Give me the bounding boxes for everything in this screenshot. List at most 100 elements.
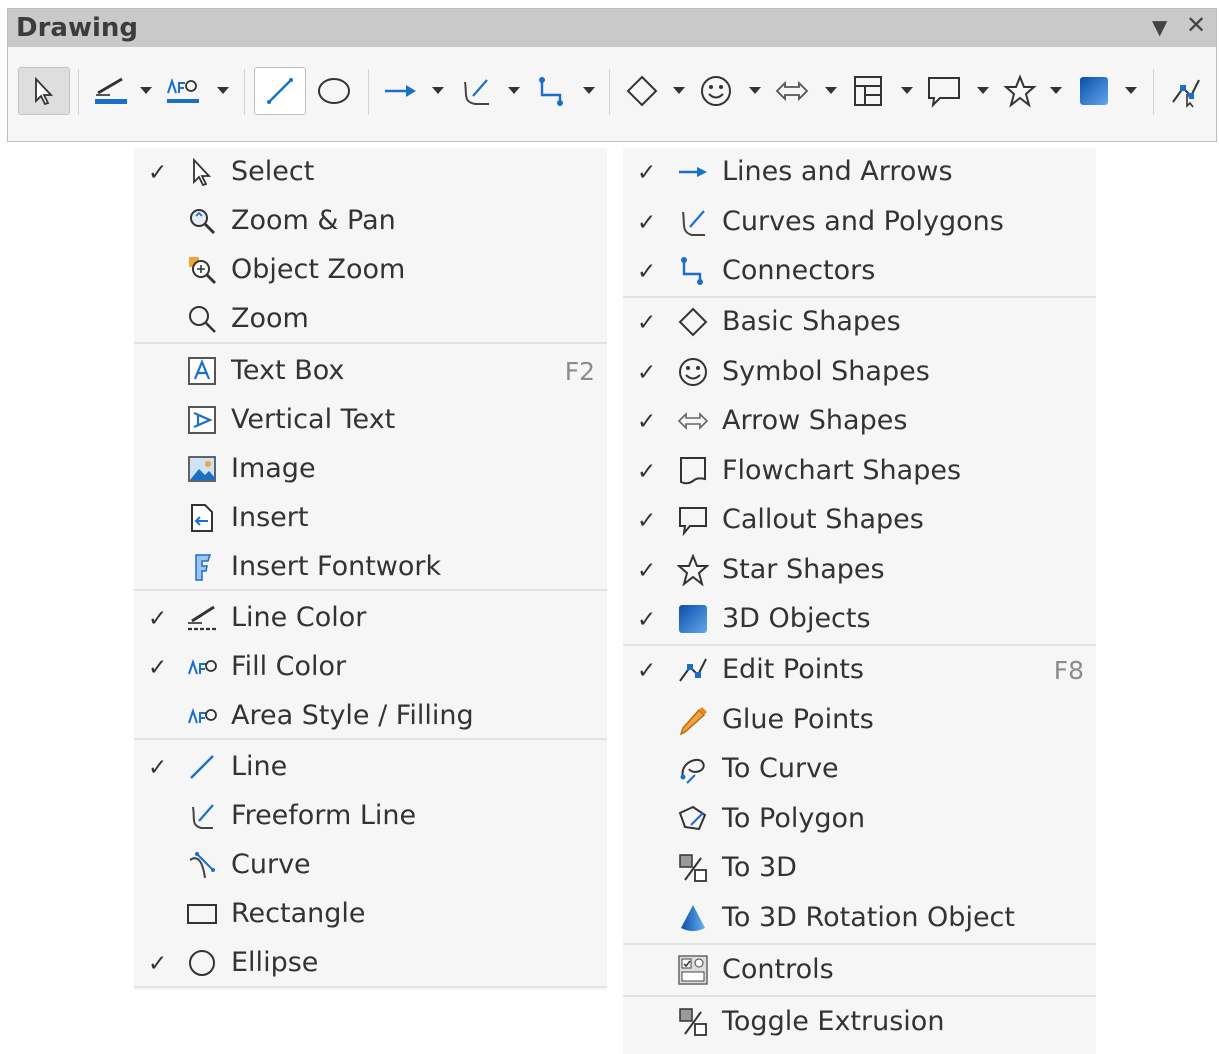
- menu-item-curve[interactable]: Curve: [134, 841, 607, 890]
- menu-item-flowchart-shapes[interactable]: ✓ Flowchart Shapes: [623, 447, 1096, 496]
- line-color-button[interactable]: [88, 67, 132, 115]
- menu-item-label: Controls: [722, 954, 834, 985]
- edit-points-icon: [677, 654, 709, 686]
- checkmark-icon: ✓: [637, 360, 657, 386]
- connectors-button[interactable]: [530, 67, 574, 115]
- menu-item-shortcut: F8: [1053, 656, 1084, 685]
- controls-icon: [677, 954, 709, 986]
- star-dropdown-icon[interactable]: [1050, 87, 1062, 94]
- menu-item-zoom[interactable]: Zoom: [134, 295, 607, 344]
- menu-item-connectors[interactable]: ✓ Connectors: [623, 247, 1096, 296]
- menu-item-line[interactable]: ✓ Line: [134, 743, 607, 792]
- menu-item-to-polygon[interactable]: To Polygon: [623, 795, 1096, 844]
- flowchart-shapes-button[interactable]: [846, 67, 890, 115]
- menu-item-area-style-filling[interactable]: Area Style / Filling: [134, 692, 607, 741]
- lines-and-arrows-dropdown-icon[interactable]: [432, 87, 444, 94]
- symbol-shapes-button[interactable]: [694, 67, 738, 115]
- fill-color-dropdown-icon[interactable]: [217, 87, 229, 94]
- select-button[interactable]: [18, 67, 70, 115]
- menu-item-callout-shapes[interactable]: ✓ Callout Shapes: [623, 496, 1096, 545]
- menu-item-3d-objects[interactable]: ✓ 3D Objects: [623, 595, 1096, 644]
- menu-item-vertical-text[interactable]: Vertical Text: [134, 396, 607, 445]
- menu-item-freeform-line[interactable]: Freeform Line: [134, 792, 607, 841]
- glue-points-icon: [677, 704, 709, 736]
- menu-item-fill-color[interactable]: ✓ Fill Color: [134, 643, 607, 692]
- ellipse-icon: [318, 78, 350, 104]
- menu-item-arrow-shapes[interactable]: ✓ Arrow Shapes: [623, 397, 1096, 446]
- symbol-shapes-dropdown-icon[interactable]: [749, 87, 761, 94]
- zoom-pan-icon: [186, 205, 218, 237]
- menu-item-object-zoom[interactable]: Object Zoom: [134, 246, 607, 295]
- menu-item-lines-and-arrows[interactable]: ✓ Lines and Arrows: [623, 148, 1096, 197]
- arrow-shapes-button[interactable]: [770, 67, 814, 115]
- menu-item-curves-and-polygons[interactable]: ✓ Curves and Polygons: [623, 198, 1096, 247]
- basic-shapes-dropdown-icon[interactable]: [673, 87, 685, 94]
- to-3d-icon: [677, 852, 709, 884]
- callout-shapes-button[interactable]: [922, 67, 966, 115]
- text-box-icon: [186, 355, 218, 387]
- basic-shapes-button[interactable]: [620, 67, 664, 115]
- menu-item-to-3d-rotation-object[interactable]: To 3D Rotation Object: [623, 894, 1096, 943]
- menu-item-star-shapes[interactable]: ✓ Star Shapes: [623, 546, 1096, 595]
- callout-icon: [677, 504, 709, 536]
- to-polygon-icon: [677, 803, 709, 835]
- menu-item-image[interactable]: Image: [134, 445, 607, 494]
- menu-item-label: Lines and Arrows: [722, 156, 953, 187]
- menu-item-label: Rectangle: [231, 898, 366, 929]
- checkmark-icon: ✓: [637, 259, 657, 285]
- fill-color-icon: [167, 77, 199, 103]
- toolbar-menu-dropdown-icon[interactable]: ▼: [1152, 15, 1167, 39]
- arrow-shapes-dropdown-icon[interactable]: [825, 87, 837, 94]
- menu-item-line-color[interactable]: ✓ Line Color: [134, 594, 607, 643]
- menu-item-toggle-extrusion[interactable]: Toggle Extrusion: [623, 998, 1096, 1047]
- close-icon[interactable]: ✕: [1186, 11, 1206, 39]
- menu-item-text-box[interactable]: Text Box F2: [134, 347, 607, 396]
- curves-and-polygons-button[interactable]: [454, 67, 498, 115]
- menu-item-insert[interactable]: Insert: [134, 494, 607, 543]
- checkmark-icon: ✓: [637, 210, 657, 236]
- toolbar-separator: [78, 69, 79, 115]
- menu-item-zoom-pan[interactable]: Zoom & Pan: [134, 197, 607, 246]
- menu-item-label: Insert Fontwork: [231, 551, 442, 582]
- checkmark-icon: ✓: [637, 658, 657, 684]
- line-button[interactable]: [254, 67, 306, 115]
- callout-dropdown-icon[interactable]: [977, 87, 989, 94]
- checkmark-icon: ✓: [148, 655, 168, 681]
- right-context-menu: ✓ Lines and Arrows ✓ Curves and Polygons ✓ Co…: [623, 148, 1096, 1054]
- menu-item-insert-fontwork[interactable]: Insert Fontwork: [134, 543, 607, 592]
- edit-points-button[interactable]: [1164, 67, 1208, 115]
- vertical-text-icon: [186, 404, 218, 436]
- menu-item-label: Arrow Shapes: [722, 405, 908, 436]
- cube-icon: [677, 603, 709, 635]
- menu-item-symbol-shapes[interactable]: ✓ Symbol Shapes: [623, 348, 1096, 397]
- zoom-icon: [186, 303, 218, 335]
- menu-item-ellipse[interactable]: ✓ Ellipse: [134, 939, 607, 988]
- flowchart-dropdown-icon[interactable]: [901, 87, 913, 94]
- menu-item-to-3d[interactable]: To 3D: [623, 844, 1096, 893]
- line-color-icon: [95, 77, 127, 104]
- menu-item-rectangle[interactable]: Rectangle: [134, 890, 607, 939]
- ellipse-button[interactable]: [312, 67, 356, 115]
- toolbar-titlebar[interactable]: Drawing ▼ ✕: [8, 9, 1216, 47]
- menu-separator: [623, 995, 1096, 997]
- menu-item-select[interactable]: ✓ Select: [134, 148, 607, 197]
- menu-item-glue-points[interactable]: Glue Points: [623, 696, 1096, 745]
- to-3d-rotation-icon: [677, 902, 709, 934]
- lines-and-arrows-button[interactable]: [378, 67, 422, 115]
- menu-item-controls[interactable]: Controls: [623, 946, 1096, 995]
- checkmark-icon: ✓: [637, 160, 657, 186]
- 3d-objects-button[interactable]: [1072, 67, 1116, 115]
- menu-item-label: Callout Shapes: [722, 504, 924, 535]
- connectors-dropdown-icon[interactable]: [583, 87, 595, 94]
- menu-item-label: Fill Color: [231, 651, 347, 682]
- menu-item-label: Ellipse: [231, 947, 319, 978]
- menu-item-edit-points[interactable]: ✓ Edit Points F8: [623, 646, 1096, 695]
- menu-item-to-curve[interactable]: To Curve: [623, 745, 1096, 794]
- 3d-objects-dropdown-icon[interactable]: [1125, 87, 1137, 94]
- line-color-dropdown-icon[interactable]: [140, 87, 152, 94]
- star-shapes-button[interactable]: [998, 67, 1042, 115]
- curves-dropdown-icon[interactable]: [508, 87, 520, 94]
- fill-color-button[interactable]: [160, 67, 204, 115]
- checkmark-icon: ✓: [637, 508, 657, 534]
- menu-item-basic-shapes[interactable]: ✓ Basic Shapes: [623, 298, 1096, 347]
